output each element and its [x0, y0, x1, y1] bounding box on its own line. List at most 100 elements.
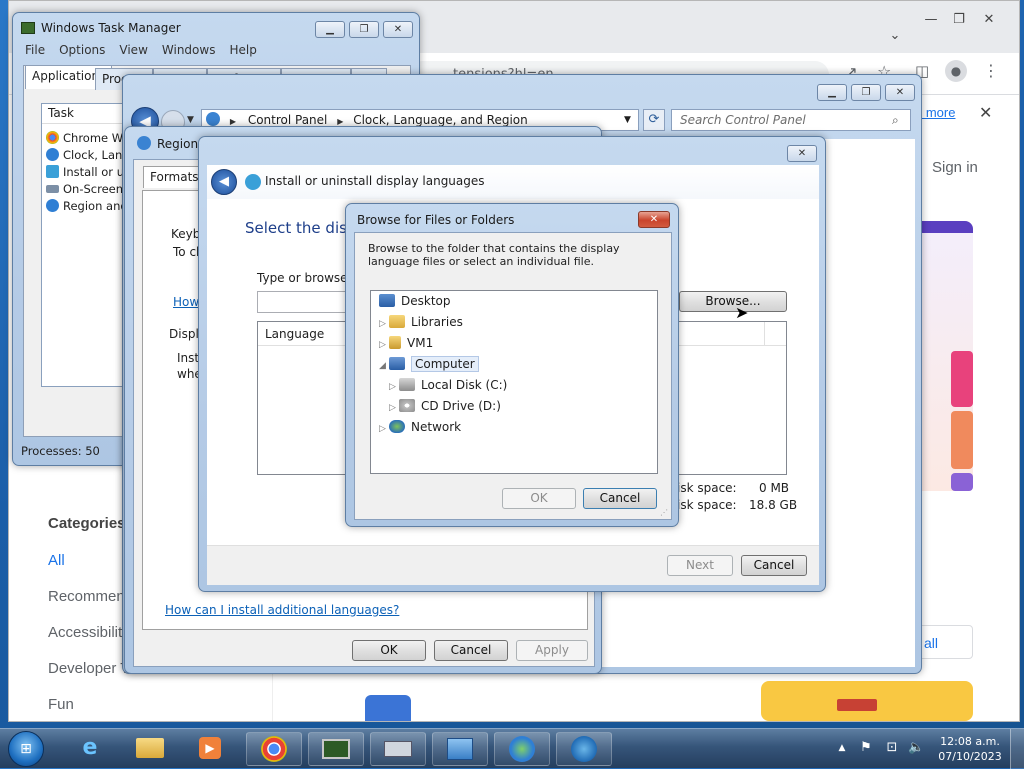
browse-instructions: Browse to the folder that contains the d… [368, 242, 620, 268]
menu-file[interactable]: File [25, 43, 45, 57]
profile-avatar-icon[interactable]: ● [945, 60, 967, 82]
menu-help[interactable]: Help [229, 43, 256, 57]
task-row[interactable]: Region and [46, 198, 128, 215]
file-explorer-icon[interactable] [122, 732, 178, 766]
show-hidden-icons-icon[interactable]: ▲ [834, 740, 850, 756]
chrome-minimize-button[interactable]: — [917, 11, 945, 29]
system-clock[interactable]: 12:08 a.m. 07/10/2023 [938, 734, 1002, 764]
disk-space-required-label: isk space: [677, 481, 737, 495]
category-recommended[interactable]: Recommen [48, 588, 125, 605]
expand-arrow-icon[interactable]: ▷ [379, 419, 389, 440]
browse-ok-button[interactable]: OK [502, 488, 576, 509]
chrome-menu-icon[interactable]: ⋮ [983, 61, 999, 80]
disk-space-available-label: isk space: [677, 498, 737, 512]
browse-dialog-body: Browse to the folder that contains the d… [354, 232, 672, 520]
network-status-icon[interactable]: ⊡ [884, 740, 900, 756]
close-icon[interactable]: ✕ [979, 103, 992, 122]
chrome-icon[interactable] [246, 732, 302, 766]
address-dropdown-icon[interactable]: ▼ [624, 110, 631, 130]
refresh-icon[interactable]: ⟳ [643, 109, 665, 131]
network-icon [389, 420, 405, 433]
breadcrumb-clock-language-region[interactable]: Clock, Language, and Region [353, 113, 528, 127]
task-row[interactable]: On-Screen K [46, 181, 134, 198]
volume-muted-icon[interactable]: 🔈 [908, 740, 924, 756]
status-processes: Processes: 50 [21, 444, 100, 458]
language-icon [245, 174, 261, 190]
task-row[interactable]: Chrome Wel [46, 130, 133, 147]
collapse-arrow-icon[interactable]: ◢ [379, 356, 389, 377]
menu-windows[interactable]: Windows [162, 43, 216, 57]
resize-grip-icon[interactable]: ⋰ [660, 508, 668, 517]
category-accessibility[interactable]: Accessibilit [48, 624, 122, 641]
learn-more-banner: n more ✕ [915, 103, 1015, 125]
disk-space-required-value: 0 MB [759, 481, 790, 495]
breadcrumb-control-panel[interactable]: Control Panel [248, 113, 328, 127]
task-manager-icon[interactable] [308, 732, 364, 766]
globe-icon [46, 199, 59, 212]
task-manager-title: Windows Task Manager [41, 21, 181, 35]
tree-item-network[interactable]: ▷ Network [379, 417, 461, 438]
show-desktop-button[interactable] [1010, 729, 1024, 769]
tm-maximize-button[interactable]: ❐ [349, 21, 379, 38]
wizard-title: Install or uninstall display languages [265, 174, 485, 188]
tree-item-computer[interactable]: ◢ Computer [379, 354, 479, 375]
wizard-back-button[interactable]: ◀ [211, 169, 237, 195]
control-panel-icon[interactable] [432, 732, 488, 766]
chevron-down-icon[interactable]: ⌄ [881, 27, 909, 45]
globe-icon [46, 148, 59, 161]
tree-item-cd-drive[interactable]: ▷ CD Drive (D:) [389, 396, 501, 417]
search-icon[interactable]: ⌕ [892, 110, 899, 130]
expand-arrow-icon[interactable]: ▷ [379, 335, 389, 356]
install-language-icon[interactable] [556, 732, 612, 766]
globe-icon [137, 136, 151, 150]
task-row[interactable]: Install or un [46, 164, 131, 181]
task-manager-icon [21, 22, 35, 34]
expand-arrow-icon[interactable]: ▷ [379, 314, 389, 335]
region-globe-icon[interactable] [494, 732, 550, 766]
path-input[interactable] [257, 291, 355, 313]
wizard-close-button[interactable]: ✕ [787, 145, 817, 162]
tree-item-desktop[interactable]: Desktop [379, 291, 451, 312]
media-player-icon[interactable]: ▶ [182, 732, 238, 766]
cancel-button[interactable]: Cancel [434, 640, 508, 661]
apply-button[interactable]: Apply [516, 640, 588, 661]
on-screen-keyboard-icon[interactable] [370, 732, 426, 766]
sign-in-button[interactable]: Sign in [932, 159, 978, 176]
browse-dialog-title: Browse for Files or Folders [357, 213, 515, 227]
action-center-flag-icon[interactable]: ⚑ [858, 740, 874, 756]
category-all[interactable]: All [48, 552, 65, 569]
tree-item-local-disk[interactable]: ▷ Local Disk (C:) [389, 375, 507, 396]
tab-formats[interactable]: Formats [143, 166, 206, 188]
promo-banner[interactable] [761, 681, 973, 721]
browse-close-button[interactable]: ✕ [638, 211, 670, 228]
tree-item-libraries[interactable]: ▷ Libraries [379, 312, 463, 333]
cp-minimize-button[interactable]: ▁ [817, 84, 847, 101]
next-button[interactable]: Next [667, 555, 733, 576]
recent-pages-chevron-icon[interactable]: ▼ [187, 115, 194, 125]
folder-tree[interactable]: Desktop ▷ Libraries ▷ VM1 ◢ Computer ▷ Local… [370, 290, 658, 474]
expand-arrow-icon[interactable]: ▷ [389, 377, 399, 398]
tm-minimize-button[interactable]: ▁ [315, 21, 345, 38]
search-input[interactable]: Search Control Panel ⌕ [671, 109, 911, 131]
chrome-maximize-button[interactable]: ❐ [945, 11, 973, 29]
tree-item-vm1[interactable]: ▷ VM1 [379, 333, 433, 354]
hard-disk-icon [399, 378, 415, 391]
install-languages-help-link[interactable]: How can I install additional languages? [165, 603, 399, 617]
browse-cancel-button[interactable]: Cancel [583, 488, 657, 509]
wizard-cancel-button[interactable]: Cancel [741, 555, 807, 576]
chrome-close-button[interactable]: ✕ [975, 11, 1003, 29]
category-fun[interactable]: Fun [48, 696, 74, 713]
ok-button[interactable]: OK [352, 640, 426, 661]
browse-button[interactable]: Browse... [679, 291, 787, 312]
menu-options[interactable]: Options [59, 43, 105, 57]
internet-explorer-icon[interactable]: e [62, 732, 118, 766]
expand-arrow-icon[interactable]: ▷ [389, 398, 399, 419]
start-button[interactable]: ⊞ [8, 731, 44, 767]
menu-view[interactable]: View [119, 43, 147, 57]
cp-maximize-button[interactable]: ❐ [851, 84, 881, 101]
cp-close-button[interactable]: ✕ [885, 84, 915, 101]
browse-label: Type or browse t [257, 271, 357, 285]
tm-close-button[interactable]: ✕ [383, 21, 413, 38]
category-developer-tools[interactable]: Developer T [48, 660, 129, 677]
clock-date: 07/10/2023 [938, 750, 1002, 763]
